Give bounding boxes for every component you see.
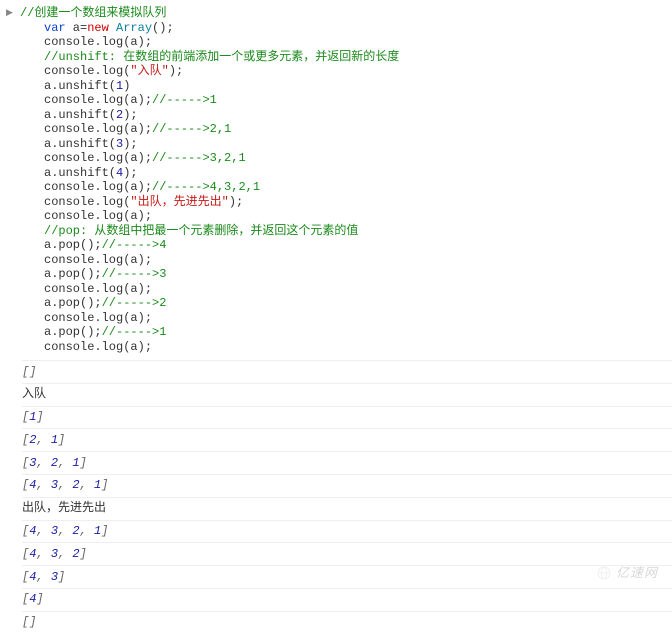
console-line: [4] bbox=[22, 588, 672, 611]
code-line: console.log(a); bbox=[20, 340, 672, 355]
code-block: ▶ //创建一个数组来模拟队列 var a=new Array(); conso… bbox=[0, 0, 672, 360]
code-line: a.pop();//----->3 bbox=[20, 267, 672, 282]
code-line: //unshift: 在数组的前端添加一个或更多元素，并返回新的长度 bbox=[20, 50, 672, 65]
code-line: a.pop();//----->2 bbox=[20, 296, 672, 311]
code-line: console.log(a); bbox=[20, 209, 672, 224]
code-line: console.log("出队，先进先出"); bbox=[20, 195, 672, 210]
comment: //pop: 从数组中把最一个元素删除，并返回这个元素的值 bbox=[44, 224, 358, 238]
expand-arrow-icon[interactable]: ▶ bbox=[6, 7, 13, 20]
console-line: [2, 1] bbox=[22, 428, 672, 451]
comment: //创建一个数组来模拟队列 bbox=[20, 6, 166, 20]
code-line: a.pop();//----->4 bbox=[20, 238, 672, 253]
code-line: console.log(a);//----->1 bbox=[20, 93, 672, 108]
code-line: console.log(a); bbox=[20, 253, 672, 268]
code-line: console.log("入队"); bbox=[20, 64, 672, 79]
code-line: var a=new Array(); bbox=[20, 21, 672, 36]
console-line: [3, 2, 1] bbox=[22, 451, 672, 474]
code-line: console.log(a); bbox=[20, 311, 672, 326]
code-line: a.pop();//----->1 bbox=[20, 325, 672, 340]
console-line: [4, 3, 2, 1] bbox=[22, 474, 672, 497]
code-line: console.log(a); bbox=[20, 35, 672, 50]
code-line: console.log(a);//----->4,3,2,1 bbox=[20, 180, 672, 195]
console-line: [] bbox=[22, 611, 672, 634]
code-line: //pop: 从数组中把最一个元素删除，并返回这个元素的值 bbox=[20, 224, 672, 239]
code-line: //创建一个数组来模拟队列 bbox=[20, 6, 672, 21]
code-line: console.log(a); bbox=[20, 282, 672, 297]
watermark-text: 亿速网 bbox=[616, 564, 658, 582]
console-line: [4, 3, 2, 1] bbox=[22, 520, 672, 543]
console-line: [4, 3] bbox=[22, 565, 672, 588]
watermark: 亿速网 bbox=[596, 564, 658, 582]
code-line: a.unshift(4); bbox=[20, 166, 672, 181]
code-line: a.unshift(1) bbox=[20, 79, 672, 94]
globe-icon bbox=[596, 565, 612, 581]
console-line: 出队，先进先出 bbox=[22, 497, 672, 520]
code-line: console.log(a);//----->2,1 bbox=[20, 122, 672, 137]
console-line: [] bbox=[22, 360, 672, 383]
code-line: console.log(a);//----->3,2,1 bbox=[20, 151, 672, 166]
console-line: [1] bbox=[22, 406, 672, 429]
console-output: [] 入队 [1] [2, 1] [3, 2, 1] [4, 3, 2, 1] … bbox=[0, 360, 672, 634]
comment: //unshift: 在数组的前端添加一个或更多元素，并返回新的长度 bbox=[44, 50, 399, 64]
code-line: a.unshift(3); bbox=[20, 137, 672, 152]
console-line: 入队 bbox=[22, 383, 672, 406]
console-line: [4, 3, 2] bbox=[22, 542, 672, 565]
code-line: a.unshift(2); bbox=[20, 108, 672, 123]
